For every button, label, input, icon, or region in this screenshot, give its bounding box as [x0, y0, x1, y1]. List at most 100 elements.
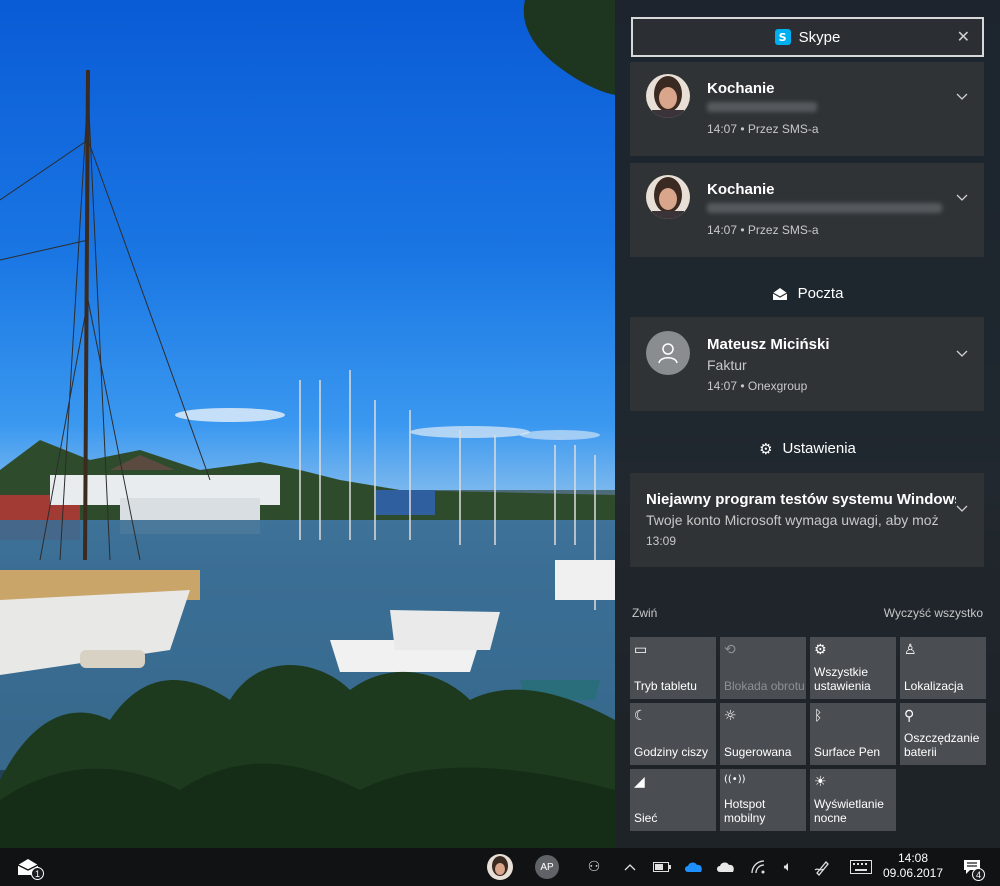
windows-ink-button[interactable]	[808, 848, 838, 886]
quick-action-label: Blokada obrotu	[724, 679, 805, 693]
wifi-icon	[751, 860, 765, 874]
clock-date: 09.06.2017	[882, 866, 944, 880]
quick-action-brightness[interactable]: ☼ Sugerowana	[720, 703, 806, 765]
close-icon[interactable]: ✕	[957, 27, 970, 46]
notification-meta: 14:07 • Onexgroup	[707, 379, 808, 393]
avatar	[487, 854, 513, 880]
mail-subject: Faktur	[707, 357, 747, 373]
quick-action-label: Sieć	[634, 811, 658, 825]
quick-action-rotation-lock[interactable]: ⟲ Blokada obrotu	[720, 637, 806, 699]
battery-saver-icon: ⚲	[904, 708, 915, 724]
cloud-icon	[717, 862, 734, 872]
quick-action-label: Surface Pen	[814, 745, 881, 759]
quick-action-label: Godziny ciszy	[634, 745, 709, 759]
onedrive-button[interactable]	[712, 848, 740, 886]
taskbar-clock[interactable]: 14:08 09.06.2017	[878, 851, 948, 881]
notification-meta: 13:09	[646, 534, 677, 548]
avatar	[646, 331, 690, 375]
people-icon: ⚇	[587, 859, 601, 875]
brightness-icon: ☼	[724, 708, 737, 724]
skype-group-header[interactable]: S Skype ✕	[631, 17, 984, 57]
settings-group-header[interactable]: ⚙ Ustawienia	[615, 440, 1000, 458]
collapse-button[interactable]: Zwiń	[632, 606, 657, 620]
volume-button[interactable]: 🔈︎	[774, 848, 802, 886]
skype-notification-2[interactable]: Kochanie 14:07 • Przez SMS-a	[630, 163, 984, 257]
night-light-icon: ☀	[814, 774, 827, 790]
pinned-contact[interactable]	[484, 848, 516, 886]
avatar: AP	[535, 855, 559, 879]
mail-badge: 1	[31, 867, 44, 880]
mail-group-title: Poczta	[797, 285, 844, 302]
skype-icon: S	[774, 29, 791, 45]
people-button[interactable]: ⚇	[580, 848, 608, 886]
quick-action-label: Wyświetlanie nocne	[814, 797, 884, 825]
avatar	[646, 74, 690, 118]
chevron-down-icon[interactable]	[956, 90, 968, 102]
mail-notification[interactable]: Mateusz Miciński Faktur 14:07 • Onexgrou…	[630, 317, 984, 411]
gear-icon: ⚙	[759, 440, 773, 459]
quick-action-label: Wszystkie ustawienia	[814, 665, 871, 693]
quick-action-label: Sugerowana	[724, 745, 792, 759]
quick-action-all-settings[interactable]: ⚙ Wszystkie ustawienia	[810, 637, 896, 699]
settings-notification[interactable]: Niejawny program testów systemu Windows …	[630, 473, 984, 567]
quick-action-battery-saver[interactable]: ⚲ Oszczędzanie baterii	[900, 703, 986, 765]
location-icon: ♙	[904, 642, 917, 658]
mail-group-header[interactable]: Poczta	[615, 285, 1000, 302]
sender-name: Kochanie	[707, 80, 775, 97]
action-center-button[interactable]: 4	[952, 848, 992, 886]
skype-notification-1[interactable]: Kochanie 14:07 • Przez SMS-a	[630, 62, 984, 156]
notification-meta: 14:07 • Przez SMS-a	[707, 223, 819, 237]
quick-action-label: Lokalizacja	[904, 679, 964, 693]
network-icon: ◢	[634, 774, 645, 790]
tablet-mode-icon: ▭	[634, 642, 648, 658]
quick-action-surface-pen[interactable]: ᛒ Surface Pen	[810, 703, 896, 765]
notification-body: Twoje konto Microsoft wymaga uwagi, aby …	[646, 512, 939, 528]
sender-name: Kochanie	[707, 181, 775, 198]
notification-title: Niejawny program testów systemu Windows	[646, 491, 956, 508]
quick-action-label: Tryb tabletu	[634, 679, 697, 693]
notification-count-badge: 4	[972, 868, 985, 881]
quick-action-mobile-hotspot[interactable]: ((•)) Hotspot mobilny	[720, 769, 806, 831]
hotspot-icon: ((•))	[724, 774, 746, 785]
onedrive-business-button[interactable]	[680, 848, 708, 886]
skype-group-title: Skype	[798, 28, 841, 46]
chevron-up-icon	[624, 864, 636, 871]
quick-action-location[interactable]: ♙ Lokalizacja	[900, 637, 986, 699]
battery-icon	[653, 862, 671, 872]
person-icon	[658, 343, 678, 364]
pinned-contact-initials[interactable]: AP	[531, 848, 563, 886]
clock-time: 14:08	[897, 851, 929, 865]
gear-icon: ⚙	[814, 642, 827, 658]
rotation-lock-icon: ⟲	[724, 642, 736, 658]
battery-button[interactable]	[648, 848, 676, 886]
chevron-down-icon[interactable]	[956, 502, 968, 514]
pen-icon	[814, 861, 829, 876]
network-button[interactable]	[744, 848, 772, 886]
quick-action-label: Oszczędzanie baterii	[904, 731, 980, 759]
moon-icon: ☾	[634, 708, 647, 724]
mail-app-button[interactable]: 1	[10, 848, 46, 886]
keyboard-icon	[850, 860, 872, 874]
bluetooth-icon: ᛒ	[814, 708, 823, 724]
action-center: S Skype ✕ Kochanie 14:07 • Przez SMS-a K…	[615, 0, 1000, 848]
sender-name: Mateusz Miciński	[707, 336, 830, 353]
quick-action-label: Hotspot mobilny	[724, 797, 766, 825]
speaker-icon: 🔈︎	[783, 859, 793, 875]
quick-action-tablet-mode[interactable]: ▭ Tryb tabletu	[630, 637, 716, 699]
notification-meta: 14:07 • Przez SMS-a	[707, 122, 819, 136]
blurred-message	[707, 203, 942, 213]
mail-icon	[772, 288, 787, 301]
clear-all-button[interactable]: Wyczyść wszystko	[884, 606, 983, 620]
quick-action-night-light[interactable]: ☀ Wyświetlanie nocne	[810, 769, 896, 831]
avatar	[646, 175, 690, 219]
touch-keyboard-button[interactable]	[846, 848, 876, 886]
chevron-down-icon[interactable]	[956, 191, 968, 203]
quick-action-network[interactable]: ◢ Sieć	[630, 769, 716, 831]
blurred-message	[707, 102, 817, 112]
chevron-down-icon[interactable]	[956, 347, 968, 359]
show-hidden-icons-button[interactable]	[618, 848, 642, 886]
cloud-icon	[685, 862, 702, 872]
taskbar: 1 AP ⚇ 🔈︎ 14:08 09.06.2017 4	[0, 848, 1000, 886]
quick-action-quiet-hours[interactable]: ☾ Godziny ciszy	[630, 703, 716, 765]
quick-actions-grid: ▭ Tryb tabletu ⟲ Blokada obrotu ⚙ Wszyst…	[630, 637, 986, 831]
